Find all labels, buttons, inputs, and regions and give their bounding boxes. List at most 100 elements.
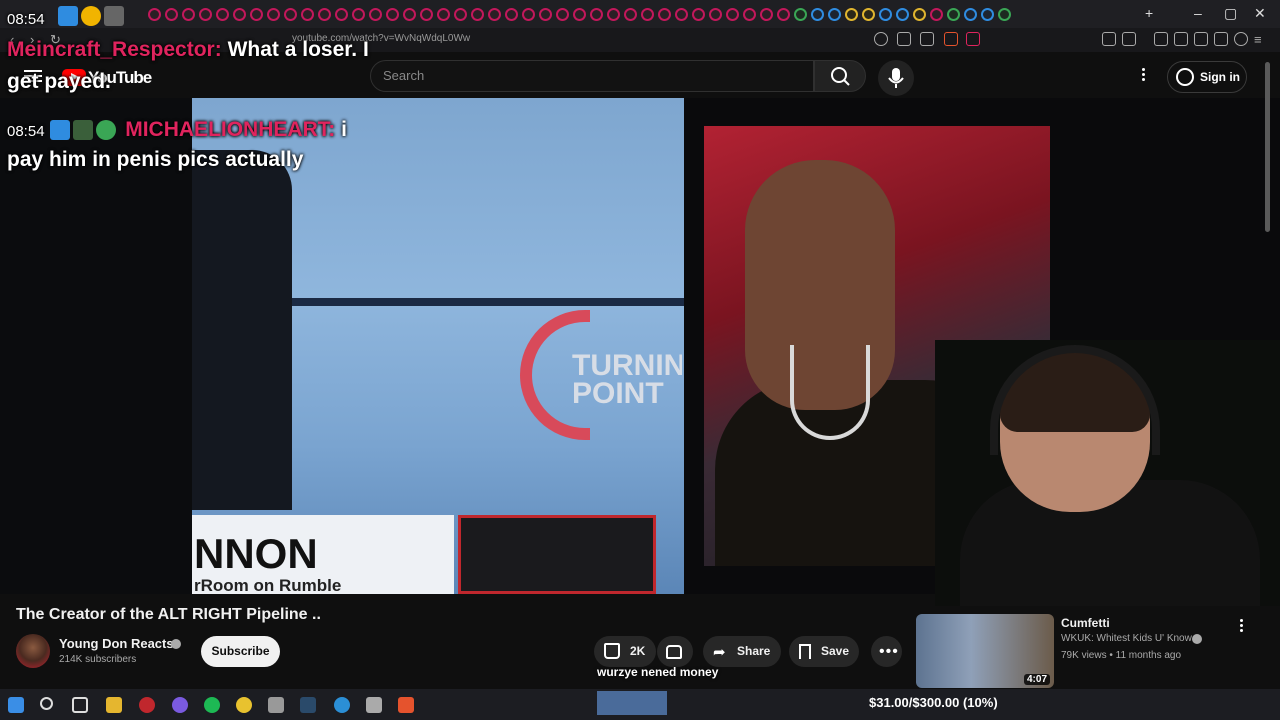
tab-favicon[interactable] [624,8,637,21]
tab-favicon[interactable] [998,8,1011,21]
vpn-icon[interactable] [1234,32,1248,46]
verified-icon [1192,634,1202,644]
share-page-icon[interactable] [920,32,934,46]
tab-favicon[interactable] [862,8,875,21]
tab-favicon[interactable] [896,8,909,21]
tab-favicon[interactable] [182,8,195,21]
tab-favicon[interactable] [403,8,416,21]
donation-goal-progress [597,691,667,715]
tab-favicon[interactable] [284,8,297,21]
chrome-icon[interactable] [236,697,252,713]
tab-favicon[interactable] [811,8,824,21]
chat-timestamp: 08:54 [7,123,45,140]
edge-icon[interactable] [334,697,350,713]
tab-favicon[interactable] [556,8,569,21]
tab-favicon[interactable] [437,8,450,21]
tab-favicon[interactable] [964,8,977,21]
tab-favicon[interactable] [165,8,178,21]
tab-favicon[interactable] [913,8,926,21]
tab-favicon[interactable] [658,8,671,21]
brave-shield-icon[interactable] [944,32,958,46]
task-view-icon[interactable] [72,697,88,713]
tab-favicon[interactable] [692,8,705,21]
windows-start-icon[interactable] [8,697,24,713]
leo-icon[interactable] [1214,32,1228,46]
close-icon[interactable]: ✕ [1254,5,1266,22]
tab-favicon[interactable] [216,8,229,21]
discord-icon[interactable] [172,697,188,713]
tab-favicon[interactable] [777,8,790,21]
search-button[interactable] [814,60,866,92]
tab-favicon[interactable] [318,8,331,21]
tab-favicon[interactable] [760,8,773,21]
tab-favicon[interactable] [794,8,807,21]
new-tab-icon[interactable]: + [1145,5,1153,21]
app-icon[interactable] [366,697,382,713]
tab-favicon[interactable] [539,8,552,21]
sidebar-icon[interactable] [1174,32,1188,46]
spotify-icon[interactable] [204,697,220,713]
tab-favicon[interactable] [590,8,603,21]
tab-favicon[interactable] [930,8,943,21]
tab-favicon[interactable] [386,8,399,21]
tab-favicon[interactable] [641,8,654,21]
file-explorer-icon[interactable] [106,697,122,713]
tab-favicon[interactable] [335,8,348,21]
tab-favicon[interactable] [199,8,212,21]
sign-in-button[interactable]: Sign in [1167,61,1247,93]
sub-badge-icon [81,6,101,27]
tab-strip[interactable] [148,8,1011,21]
tab-favicon[interactable] [828,8,841,21]
tab-favicon[interactable] [743,8,756,21]
tab-favicon[interactable] [233,8,246,21]
tab-favicon[interactable] [505,8,518,21]
recommendation-more-icon[interactable] [1238,617,1244,634]
scrollbar-thumb[interactable] [1265,62,1270,232]
tab-favicon[interactable] [352,8,365,21]
rewards-icon[interactable] [966,32,980,46]
channel-avatar[interactable] [16,634,50,668]
tab-favicon[interactable] [947,8,960,21]
tab-favicon[interactable] [148,8,161,21]
tab-favicon[interactable] [369,8,382,21]
tab-favicon[interactable] [879,8,892,21]
recommendation-title[interactable]: Cumfetti [1061,616,1110,630]
search-input[interactable]: Search [370,60,814,92]
share-label: Share [737,644,771,658]
tab-favicon[interactable] [675,8,688,21]
menu-icon[interactable]: ≡ [1254,32,1262,47]
tab-favicon[interactable] [301,8,314,21]
cast-icon[interactable] [897,32,911,46]
tab-favicon[interactable] [522,8,535,21]
maximize-icon[interactable]: ▢ [1224,5,1237,22]
minimize-icon[interactable]: – [1194,5,1202,21]
recommendation-channel[interactable]: WKUK: Whitest Kids U' Know [1061,633,1192,644]
tab-favicon[interactable] [845,8,858,21]
settings-more-icon[interactable] [1140,66,1146,86]
search-icon[interactable] [40,697,53,710]
app-icon[interactable] [139,697,155,713]
voice-search-button[interactable] [878,60,914,96]
tab-favicon[interactable] [709,8,722,21]
subscribe-button[interactable]: Subscribe [201,636,280,667]
extensions-icon[interactable] [1102,32,1116,46]
tab-favicon[interactable] [488,8,501,21]
tab-favicon[interactable] [420,8,433,21]
app-icon[interactable] [268,697,284,713]
wallet-icon[interactable] [1194,32,1208,46]
zoom-icon[interactable] [874,32,888,46]
tab-favicon[interactable] [573,8,586,21]
brave-icon[interactable] [398,697,414,713]
tab-favicon[interactable] [454,8,467,21]
tab-favicon[interactable] [267,8,280,21]
reader-icon[interactable] [1122,32,1136,46]
media-icon[interactable] [1154,32,1168,46]
tab-favicon[interactable] [726,8,739,21]
tab-favicon[interactable] [607,8,620,21]
tab-favicon[interactable] [250,8,263,21]
tab-favicon[interactable] [981,8,994,21]
channel-name[interactable]: Young Don Reacts [59,636,174,651]
share-arrow-icon: ➦ [713,644,726,661]
steam-icon[interactable] [300,697,316,713]
tab-favicon[interactable] [471,8,484,21]
